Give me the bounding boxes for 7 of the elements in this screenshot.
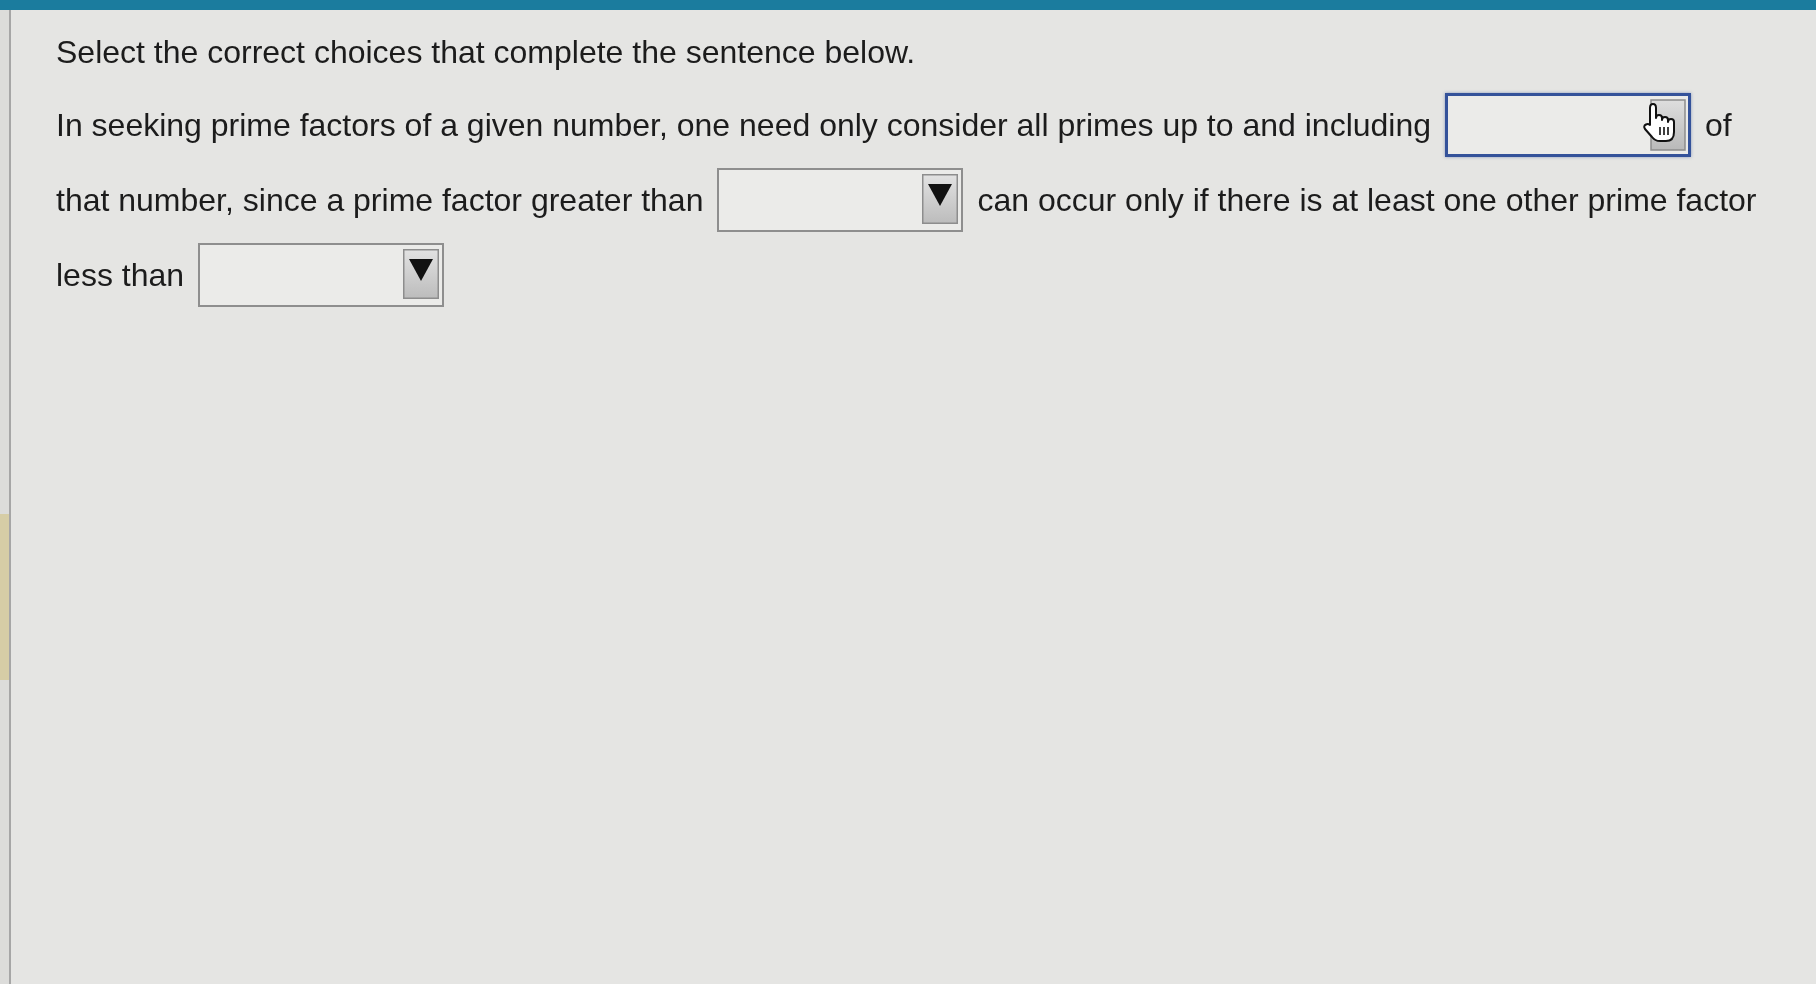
answer-dropdown[interactable] bbox=[1445, 93, 1692, 157]
sentence-text: of bbox=[1705, 106, 1732, 145]
instruction-text: Select the correct choices that complete the sentence below. bbox=[56, 33, 917, 72]
sentence-text: that number, since a prime factor greater than bbox=[56, 181, 704, 220]
sentence-text: can occur only if there is at least one other prime factor bbox=[977, 181, 1757, 220]
sentence-text: less than bbox=[56, 256, 185, 295]
sentence-text: In seeking prime factors of a given number, one need only consider all primes up to and including bbox=[56, 106, 1432, 145]
